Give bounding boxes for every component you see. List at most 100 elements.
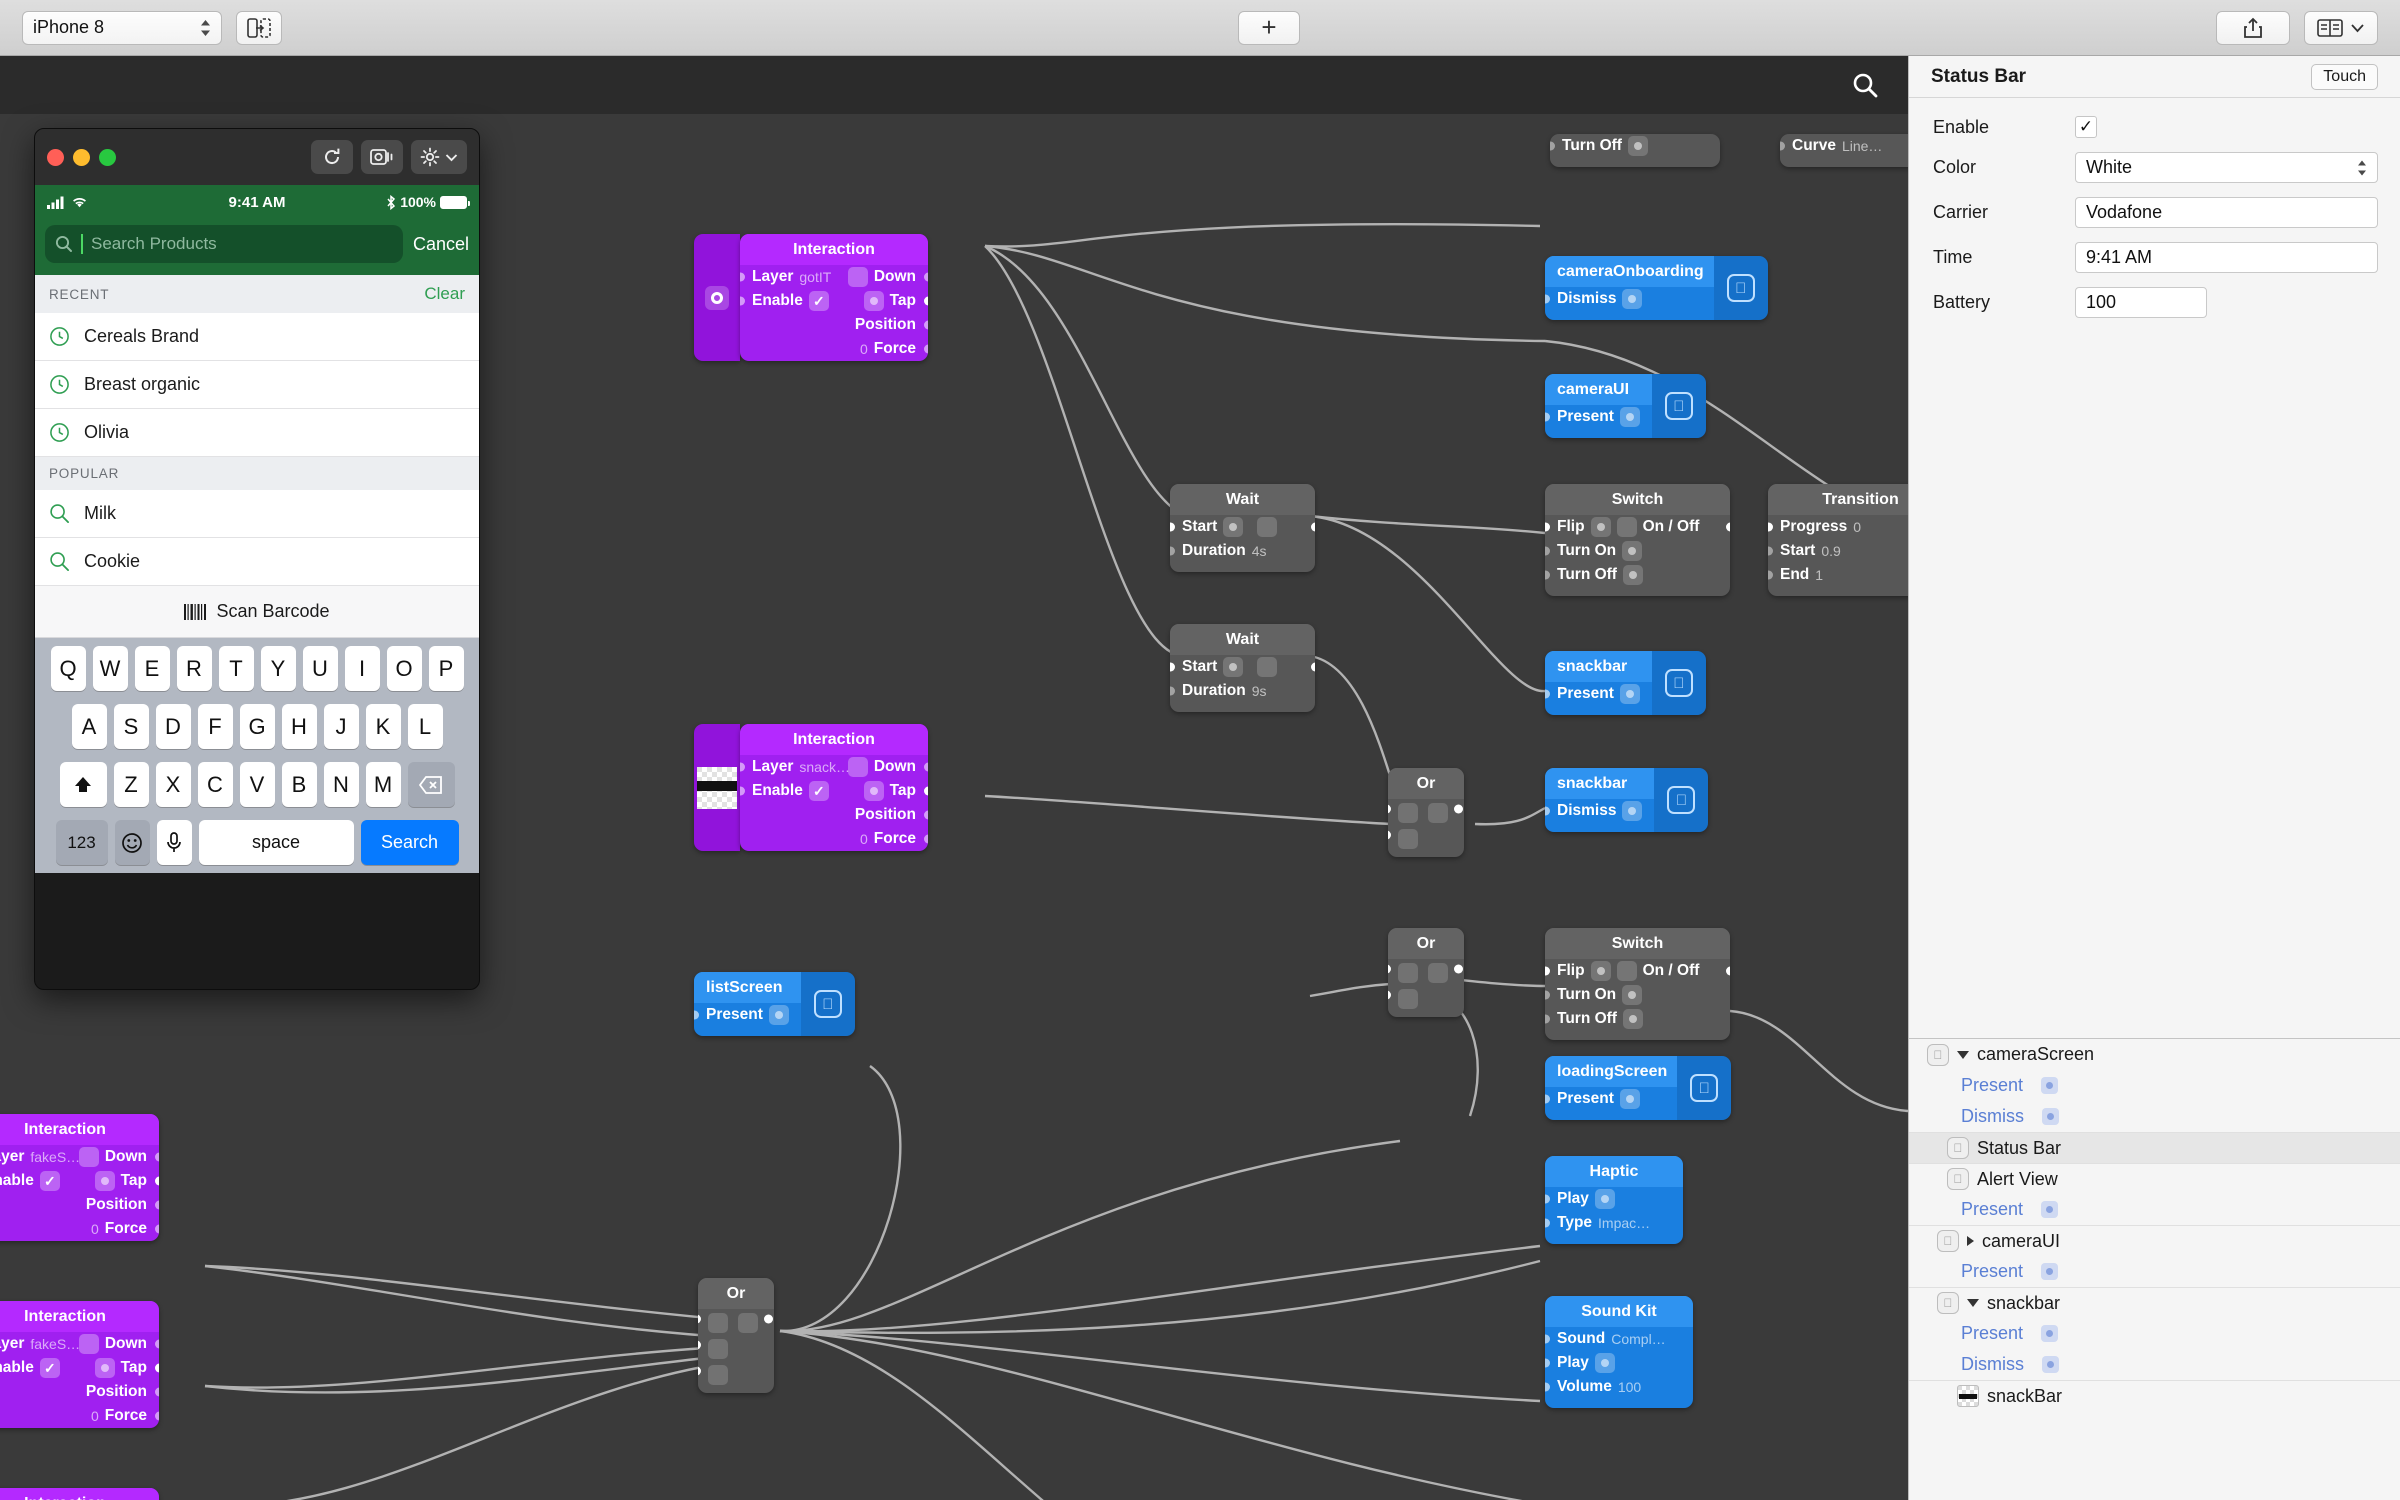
node-row[interactable]: Dismiss [1545,799,1654,823]
input-port[interactable] [1388,830,1391,840]
input-port[interactable] [1545,1334,1550,1344]
share-button[interactable] [2216,10,2290,45]
input-port[interactable] [1545,294,1550,304]
key-h[interactable]: H [281,704,317,749]
input-port[interactable] [698,1314,701,1324]
input-port[interactable] [1550,141,1555,151]
node-row[interactable]: Position [67,1193,159,1217]
patch-node-interaction-2[interactable]: Interaction Layer snack… Enable ✓ Down T… [694,724,928,851]
input-port[interactable] [1545,1358,1550,1368]
output-port[interactable] [923,344,928,354]
search-cancel-button[interactable]: Cancel [413,234,469,255]
node-row[interactable]: Start 0.9 [1768,539,1908,563]
node-row[interactable]: 0 Force [67,1217,159,1241]
layer-tree-item-cameraui[interactable]:  cameraUI [1909,1225,2400,1256]
disclosure-triangle-icon[interactable] [1957,1050,1969,1059]
output-port[interactable] [154,1363,159,1373]
layer-prop-chip[interactable] [2042,1108,2059,1125]
input-port[interactable] [740,296,745,306]
patch-node-interaction-1[interactable]: Interaction Layer gotIT Enable ✓ Down Ta… [694,234,928,361]
or-cell[interactable] [1428,803,1463,823]
output-port[interactable] [1725,966,1730,976]
node-row[interactable]: Down [67,1145,159,1169]
row-chip[interactable] [1594,1189,1615,1209]
output-port[interactable] [154,1411,159,1421]
node-row[interactable]: Layer fakeS… [0,1332,80,1356]
node-row[interactable]: 0 Force [836,337,928,361]
row-chip[interactable] [847,267,868,287]
layer-prop-ch1p[interactable] [2041,1263,2059,1280]
node-row[interactable]: Tap [836,779,928,803]
output-port[interactable] [923,272,928,282]
row-chip[interactable] [1627,136,1648,156]
node-row[interactable]: Down [836,265,928,289]
input-port[interactable] [1170,662,1175,672]
output-port[interactable] [1310,662,1315,672]
node-row[interactable]: Volume 100 [1545,1375,1693,1399]
or-cell[interactable] [1388,963,1418,983]
row-chip[interactable] [863,291,884,311]
node-row[interactable]: Turn Off [1545,563,1730,587]
row-chip[interactable] [1622,801,1643,821]
row-chip[interactable] [768,1005,789,1025]
numbers-key[interactable]: 123 [55,820,108,865]
node-row[interactable]: Present [1545,1087,1677,1111]
add-patch-button[interactable]: + [1238,10,1300,45]
output-port[interactable] [154,1387,159,1397]
layer-tree-item-statusbar[interactable]:  Status Bar [1909,1132,2400,1163]
patch-node-turnoff-top[interactable]: Turn Off [1550,134,1720,167]
node-row[interactable]: Position [67,1380,159,1404]
or-cell[interactable] [698,1339,728,1359]
input-port[interactable] [1388,964,1391,974]
patch-node-cameraonboarding[interactable]: cameraOnboarding Dismiss  [1545,256,1768,320]
input-port[interactable] [740,786,745,796]
inspector-tab-touch[interactable]: Touch [2311,63,2378,90]
recent-item[interactable]: Cereals Brand [35,313,479,361]
node-row[interactable]: Play [1545,1351,1693,1375]
row-chip[interactable] [1619,684,1640,704]
input-port[interactable] [740,272,745,282]
input-port[interactable] [1768,546,1773,556]
layer-prop-row[interactable]: Present [1909,1318,2400,1349]
or-cell[interactable] [1388,803,1418,823]
patch-node-transition[interactable]: Transition Progress 0 Start 0.9 End 1 [1768,484,1908,596]
key-t[interactable]: T [218,646,254,691]
node-row[interactable]: 0 Force [67,1404,159,1428]
output-port[interactable] [923,810,928,820]
row-chip[interactable] [1622,289,1643,309]
node-row[interactable]: Tap [67,1169,159,1193]
node-row[interactable]: Start [1170,515,1315,539]
carrier-input[interactable]: Vodafone [2075,197,2378,228]
node-row[interactable]: Sound Compl… [1545,1327,1693,1351]
patch-node-interaction-3[interactable]: Interaction Layer fakeS… Enable ✓ Down [0,1114,159,1241]
patch-node-or-1[interactable]: Or [1388,768,1464,857]
node-row[interactable]: 0 Force [836,827,928,851]
row-chip[interactable] [94,1358,115,1378]
input-port[interactable] [1545,1094,1550,1104]
node-row[interactable]: Down [67,1332,159,1356]
maximize-button[interactable] [99,148,116,166]
patch-node-curve-top[interactable]: Curve Line… [1780,134,1908,167]
node-row[interactable]: Layer gotIT [740,265,836,289]
node-row[interactable]: Type Impac… [1545,1211,1683,1235]
node-row[interactable]: Turn On [1545,539,1730,563]
patch-node-snackbar-dismiss[interactable]: snackbar Dismiss  [1545,768,1709,832]
emoji-key[interactable] [114,820,150,865]
input-port[interactable] [694,1010,699,1020]
row-checkbox[interactable]: ✓ [808,291,829,311]
layer-prop-row[interactable]: Dismiss [1909,1101,2400,1132]
layer-prop-row[interactable]: Present [1909,1070,2400,1101]
row-checkbox[interactable]: ✓ [808,781,829,801]
patch-node-cameraui[interactable]: cameraUI Present  [1545,374,1706,438]
input-port[interactable] [1545,522,1550,532]
key-o[interactable]: O [386,646,422,691]
node-row[interactable]: Position [836,803,928,827]
backspace-key[interactable] [407,762,455,807]
output-port[interactable] [1310,522,1315,532]
input-port[interactable] [1545,1382,1550,1392]
key-w[interactable]: W [92,646,128,691]
key-v[interactable]: V [239,762,275,807]
key-x[interactable]: X [155,762,191,807]
simulator-window[interactable]: 9:41 AM 100% Search Products Cancel RECE… [34,128,480,990]
node-row[interactable]: Enable ✓ [0,1169,67,1193]
